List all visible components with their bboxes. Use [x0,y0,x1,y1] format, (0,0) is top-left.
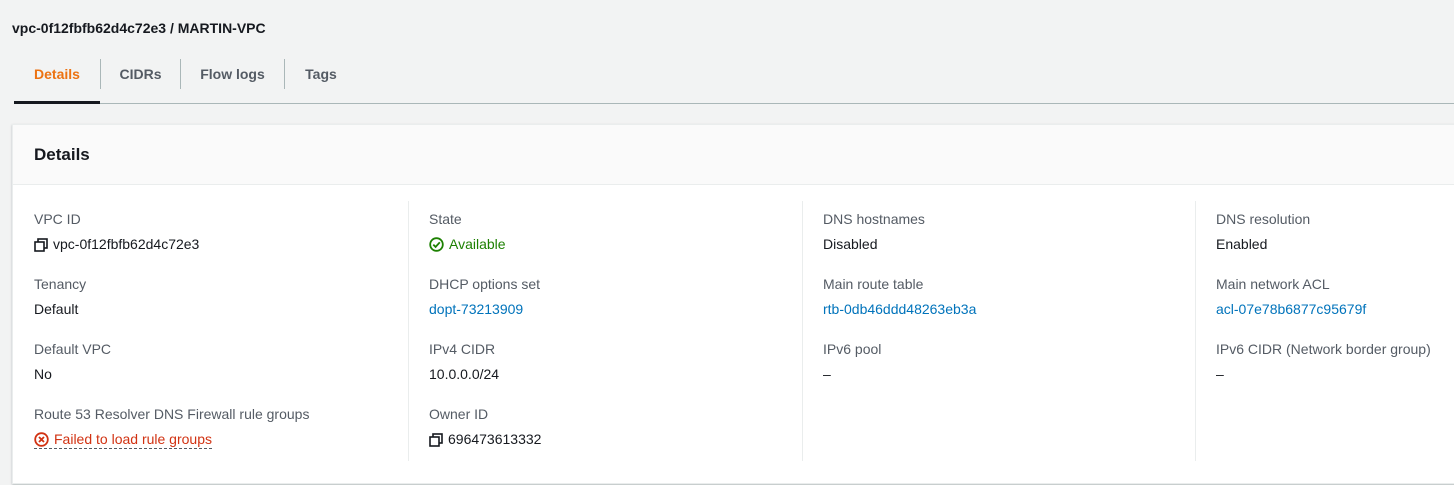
main-network-acl-link[interactable]: acl-07e78b6877c95679f [1216,299,1454,319]
owner-id-value: 696473613332 [448,431,542,447]
field-value: Disabled [823,236,878,252]
field-label: Main network ACL [1216,276,1330,292]
field-label: DNS hostnames [823,211,925,227]
error-circle-icon [34,432,49,452]
field-label: Main route table [823,276,924,292]
field-main-route-table: Main route table rtb-0db46ddd48263eb3a [823,274,1203,319]
field-value: 696473613332 [429,429,809,452]
field-vpc-id: VPC ID vpc-0f12fbfb62d4c72e3 [34,209,414,257]
field-state: State Available [429,209,809,257]
tab-details[interactable]: Details [14,56,100,104]
field-ipv6-pool: IPv6 pool – [823,339,1203,384]
field-label: Default VPC [34,341,112,357]
tab-bar: Details CIDRs Flow logs Tags [14,56,1454,104]
field-value: Default [34,301,79,317]
field-route53-rule-groups: Route 53 Resolver DNS Firewall rule grou… [34,404,414,452]
column-divider [408,201,409,461]
field-dns-resolution: DNS resolution Enabled [1216,209,1454,254]
field-label: Tenancy [34,276,87,292]
field-value: Failed to load rule groups [34,429,414,452]
details-panel: Details VPC ID vpc-0f12fbfb62d4c72e3 Ten… [12,124,1454,484]
column-divider [1195,201,1196,461]
field-dns-hostnames: DNS hostnames Disabled [823,209,1203,254]
field-main-network-acl: Main network ACL acl-07e78b6877c95679f [1216,274,1454,319]
field-label: IPv6 pool [823,341,882,357]
panel-title: Details [34,145,90,164]
tab-tags[interactable]: Tags [285,56,357,103]
field-owner-id: Owner ID 696473613332 [429,404,809,452]
route53-value: Failed to load rule groups [54,431,212,447]
page-title: vpc-0f12fbfb62d4c72e3 / MARTIN-VPC [12,20,266,36]
field-label: IPv4 CIDR [429,341,496,357]
copy-icon[interactable] [34,237,48,257]
field-dhcp-options-set: DHCP options set dopt-73213909 [429,274,809,319]
field-tenancy: Tenancy Default [34,274,414,319]
state-value: Available [449,236,506,252]
field-label: State [429,211,462,227]
failed-to-load-link[interactable]: Failed to load rule groups [34,431,212,449]
panel-header: Details [13,125,1454,185]
field-value: – [823,366,831,382]
check-circle-icon [429,237,444,257]
field-default-vpc: Default VPC No [34,339,414,384]
field-value: 10.0.0.0/24 [429,366,500,382]
tab-cidrs[interactable]: CIDRs [101,56,180,103]
field-value: Available [429,234,809,257]
tab-flow-logs[interactable]: Flow logs [181,56,284,103]
column-divider [802,201,803,461]
field-label: Route 53 Resolver DNS Firewall rule grou… [34,406,310,422]
field-label: IPv6 CIDR (Network border group) [1216,341,1431,357]
field-label: VPC ID [34,211,81,227]
field-value: vpc-0f12fbfb62d4c72e3 [34,234,414,257]
field-label: DNS resolution [1216,211,1311,227]
field-value: No [34,366,52,382]
vpc-id-value: vpc-0f12fbfb62d4c72e3 [53,236,200,252]
main-route-table-link[interactable]: rtb-0db46ddd48263eb3a [823,299,1203,319]
field-value: – [1216,366,1224,382]
dhcp-options-link[interactable]: dopt-73213909 [429,299,809,319]
field-ipv4-cidr: IPv4 CIDR 10.0.0.0/24 [429,339,809,384]
field-ipv6-cidr: IPv6 CIDR (Network border group) – [1216,339,1454,384]
copy-icon[interactable] [429,432,443,452]
field-label: Owner ID [429,406,489,422]
field-label: DHCP options set [429,276,541,292]
field-value: Enabled [1216,236,1268,252]
